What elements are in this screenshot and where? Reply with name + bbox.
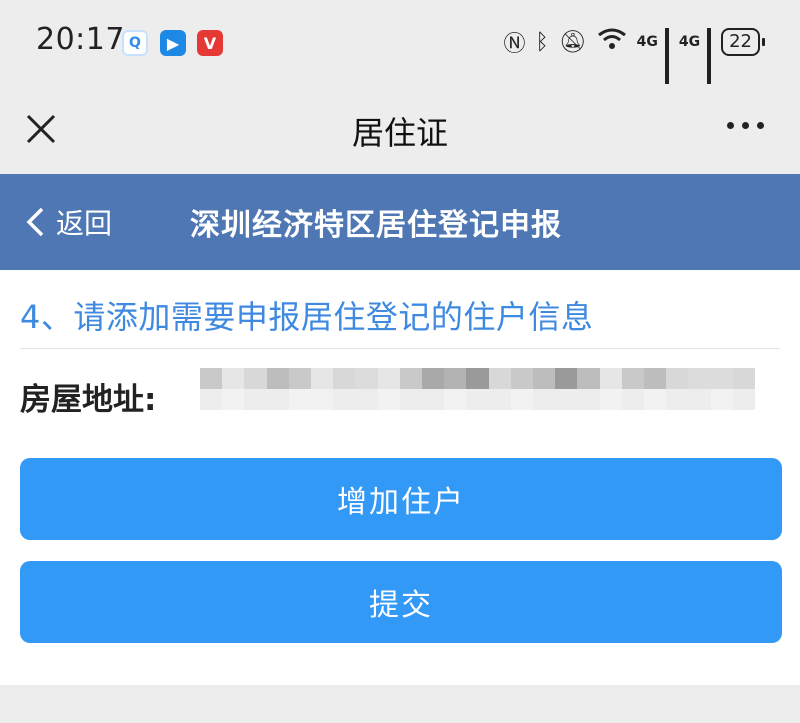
signal-icon-2: 4G: [679, 28, 712, 85]
nfc-icon: Ⓝ: [503, 32, 526, 57]
address-value-redacted: [200, 368, 755, 410]
status-bar: 20:17 Q ▶ V Ⓝ ᛒ 🔕︎ 4G 4G 22: [0, 0, 800, 85]
battery-icon: 22: [721, 28, 765, 56]
nav-bar: 居住证: [0, 84, 800, 174]
divider: [20, 348, 780, 349]
status-time: 20:17: [36, 22, 125, 57]
submit-button[interactable]: 提交: [20, 561, 782, 643]
chevron-left-icon: [26, 207, 44, 237]
system-icons: Ⓝ ᛒ 🔕︎ 4G 4G 22: [503, 26, 765, 85]
back-button[interactable]: 返回: [24, 202, 112, 242]
back-label: 返回: [56, 207, 113, 240]
more-icon[interactable]: [727, 122, 764, 129]
video-app-icon: V: [197, 30, 223, 56]
add-resident-button[interactable]: 增加住户: [20, 458, 782, 540]
nav-title: 居住证: [351, 114, 448, 152]
main-content: 4、请添加需要申报居住登记的住户信息 房屋地址: 增加住户 提交: [0, 270, 800, 685]
page-title: 深圳经济特区居住登记申报: [190, 208, 562, 243]
chat-app-icon: Q: [122, 30, 148, 56]
step-title: 4、请添加需要申报居住登记的住户信息: [20, 298, 594, 336]
bluetooth-icon: ᛒ: [535, 29, 549, 55]
address-label: 房屋地址:: [20, 382, 157, 418]
signal-icon: 4G: [637, 28, 669, 85]
wifi-icon: [597, 27, 627, 57]
play-app-icon: ▶: [160, 30, 186, 56]
mute-icon: 🔕︎: [558, 29, 587, 55]
page-header: 返回 深圳经济特区居住登记申报: [0, 174, 800, 270]
